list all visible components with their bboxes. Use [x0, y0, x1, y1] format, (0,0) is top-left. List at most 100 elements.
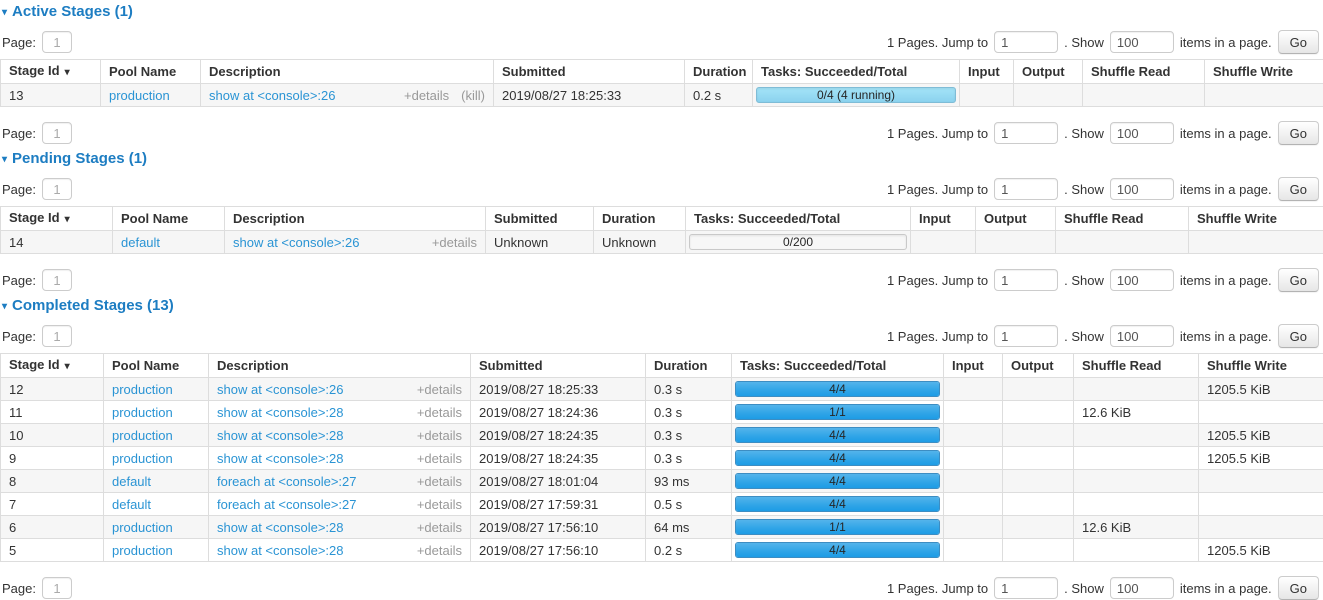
column-header-submitted[interactable]: Submitted: [486, 207, 594, 231]
column-header-tasks-succeeded-total[interactable]: Tasks: Succeeded/Total: [753, 60, 960, 84]
details-link[interactable]: +details: [417, 428, 462, 443]
task-progress-label: 4/4: [736, 428, 939, 443]
submitted-cell: 2019/08/27 18:24:35: [471, 424, 646, 447]
column-header-duration[interactable]: Duration: [594, 207, 686, 231]
pool-name-link[interactable]: default: [112, 497, 151, 512]
jump-to-page-input[interactable]: [994, 31, 1058, 53]
column-header-input[interactable]: Input: [911, 207, 976, 231]
column-header-input[interactable]: Input: [960, 60, 1014, 84]
column-header-tasks-succeeded-total[interactable]: Tasks: Succeeded/Total: [732, 354, 944, 378]
description-link[interactable]: show at <console>:28: [217, 428, 343, 443]
column-header-submitted[interactable]: Submitted: [494, 60, 685, 84]
column-header-shuffle-write[interactable]: Shuffle Write: [1189, 207, 1323, 231]
go-button[interactable]: Go: [1278, 177, 1319, 201]
column-header-description[interactable]: Description: [225, 207, 486, 231]
page-number-input[interactable]: [42, 577, 72, 599]
jump-to-page-input[interactable]: [994, 325, 1058, 347]
column-header-stage-id[interactable]: Stage Id▾: [1, 207, 113, 231]
column-header-shuffle-write[interactable]: Shuffle Write: [1199, 354, 1323, 378]
pool-name-link[interactable]: production: [112, 428, 173, 443]
column-header-pool-name[interactable]: Pool Name: [101, 60, 201, 84]
column-header-duration[interactable]: Duration: [685, 60, 753, 84]
section-toggle-pending-stages[interactable]: ▾Pending Stages (1): [2, 150, 1323, 167]
description-link[interactable]: show at <console>:28: [217, 451, 343, 466]
jump-to-page-input[interactable]: [994, 178, 1058, 200]
pool-name-link[interactable]: production: [112, 451, 173, 466]
details-link[interactable]: +details: [417, 451, 462, 466]
section-toggle-active-stages[interactable]: ▾Active Stages (1): [2, 3, 1323, 20]
page-number-input[interactable]: [42, 122, 72, 144]
go-button[interactable]: Go: [1278, 121, 1319, 145]
description-link[interactable]: show at <console>:28: [217, 520, 343, 535]
jump-to-page-input[interactable]: [994, 269, 1058, 291]
kill-link[interactable]: (kill): [461, 88, 485, 103]
column-header-shuffle-read[interactable]: Shuffle Read: [1083, 60, 1205, 84]
details-link[interactable]: +details: [404, 88, 449, 103]
details-link[interactable]: +details: [417, 543, 462, 558]
page-size-input[interactable]: [1110, 31, 1174, 53]
pool-name-link[interactable]: production: [112, 520, 173, 535]
details-link[interactable]: +details: [432, 235, 477, 250]
column-header-description[interactable]: Description: [209, 354, 471, 378]
shuffle-write-cell: [1199, 493, 1323, 516]
column-header-shuffle-read[interactable]: Shuffle Read: [1056, 207, 1189, 231]
description-link[interactable]: show at <console>:26: [217, 382, 343, 397]
description-link[interactable]: show at <console>:28: [217, 543, 343, 558]
jump-to-page-input[interactable]: [994, 577, 1058, 599]
column-header-duration[interactable]: Duration: [646, 354, 732, 378]
shuffle-read-cell: 12.6 KiB: [1074, 401, 1199, 424]
column-header-input[interactable]: Input: [944, 354, 1003, 378]
details-link[interactable]: +details: [417, 382, 462, 397]
jump-to-page-input[interactable]: [994, 122, 1058, 144]
column-header-shuffle-read[interactable]: Shuffle Read: [1074, 354, 1199, 378]
description-link[interactable]: foreach at <console>:27: [217, 497, 357, 512]
column-header-pool-name[interactable]: Pool Name: [104, 354, 209, 378]
details-link[interactable]: +details: [417, 474, 462, 489]
go-button[interactable]: Go: [1278, 268, 1319, 292]
task-progress-label: 1/1: [736, 520, 939, 535]
pool-name-link[interactable]: production: [112, 405, 173, 420]
description-link[interactable]: foreach at <console>:27: [217, 474, 357, 489]
go-button[interactable]: Go: [1278, 30, 1319, 54]
page-number-input[interactable]: [42, 325, 72, 347]
description-link[interactable]: show at <console>:28: [217, 405, 343, 420]
page-size-input[interactable]: [1110, 122, 1174, 144]
pool-name-link[interactable]: default: [121, 235, 160, 250]
column-header-output[interactable]: Output: [976, 207, 1056, 231]
column-header-output[interactable]: Output: [1014, 60, 1083, 84]
column-header-output[interactable]: Output: [1003, 354, 1074, 378]
column-header-description[interactable]: Description: [201, 60, 494, 84]
details-link[interactable]: +details: [417, 520, 462, 535]
column-header-stage-id[interactable]: Stage Id▾: [1, 60, 101, 84]
column-header-pool-name[interactable]: Pool Name: [113, 207, 225, 231]
details-link[interactable]: +details: [417, 497, 462, 512]
page-number-input[interactable]: [42, 269, 72, 291]
page-number-input[interactable]: [42, 178, 72, 200]
column-header-tasks-succeeded-total[interactable]: Tasks: Succeeded/Total: [686, 207, 911, 231]
page-size-input[interactable]: [1110, 178, 1174, 200]
details-link[interactable]: +details: [417, 405, 462, 420]
description-link[interactable]: show at <console>:26: [209, 88, 335, 103]
show-label: . Show: [1064, 273, 1104, 288]
table-row: 8defaultforeach at <console>:27+details2…: [1, 470, 1323, 493]
page-number-input[interactable]: [42, 31, 72, 53]
description-link[interactable]: show at <console>:26: [233, 235, 359, 250]
column-header-stage-id[interactable]: Stage Id▾: [1, 354, 104, 378]
shuffle-read-cell: [1056, 231, 1189, 254]
column-header-submitted[interactable]: Submitted: [471, 354, 646, 378]
go-button[interactable]: Go: [1278, 576, 1319, 600]
page-size-input[interactable]: [1110, 577, 1174, 599]
column-header-label: Shuffle Write: [1213, 64, 1293, 79]
shuffle-read-cell: 12.6 KiB: [1074, 516, 1199, 539]
pool-name-link[interactable]: default: [112, 474, 151, 489]
pool-name-link[interactable]: production: [109, 88, 170, 103]
column-header-label: Input: [968, 64, 1000, 79]
pool-name-link[interactable]: production: [112, 382, 173, 397]
go-button[interactable]: Go: [1278, 324, 1319, 348]
page-size-input[interactable]: [1110, 269, 1174, 291]
pool-name-link[interactable]: production: [112, 543, 173, 558]
page-size-input[interactable]: [1110, 325, 1174, 347]
page-label: Page:: [2, 273, 36, 288]
section-toggle-completed-stages[interactable]: ▾Completed Stages (13): [2, 297, 1323, 314]
column-header-shuffle-write[interactable]: Shuffle Write: [1205, 60, 1323, 84]
